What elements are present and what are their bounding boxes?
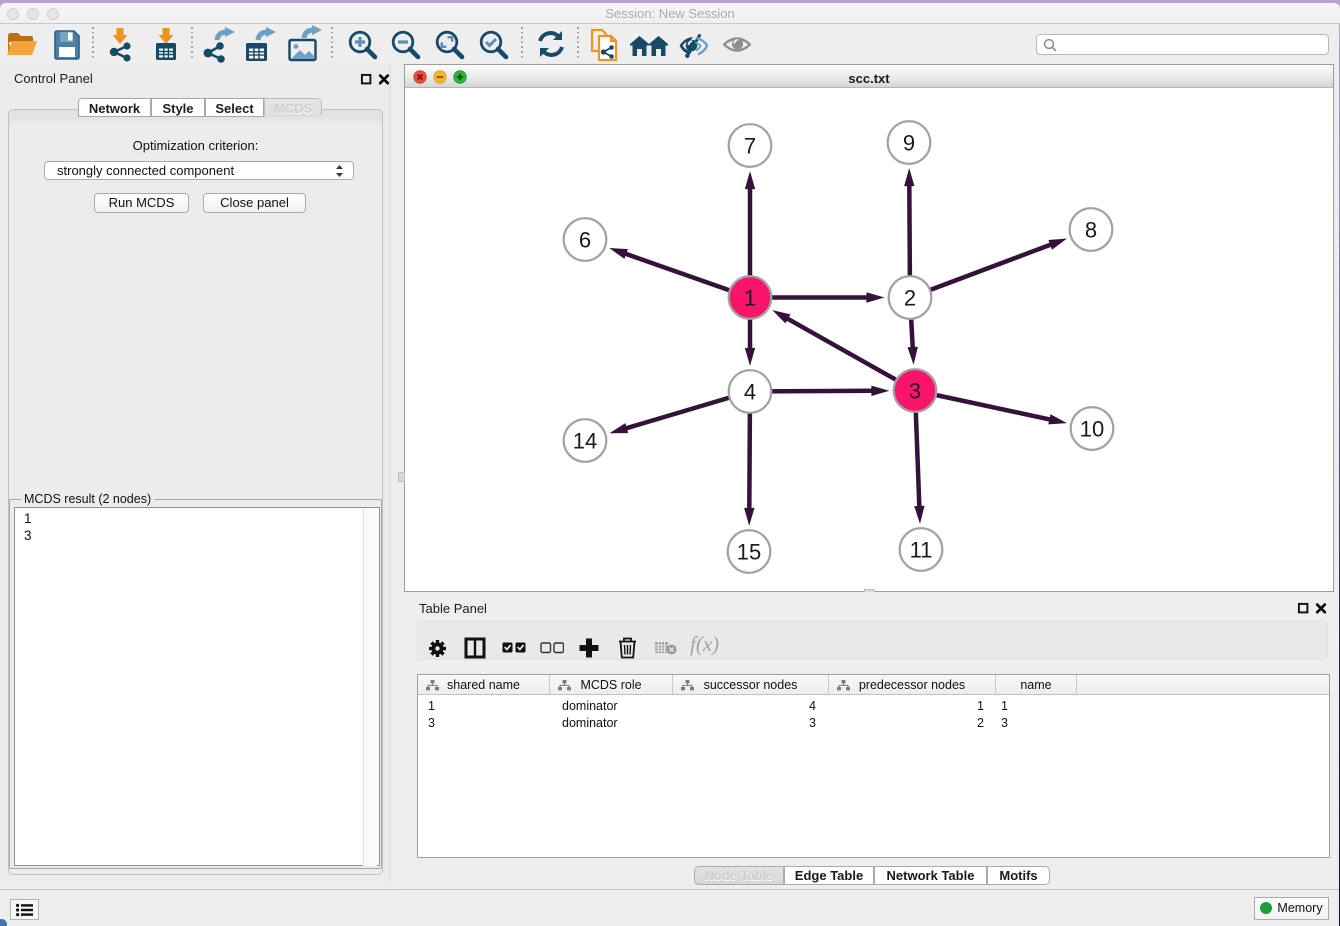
svg-text:2: 2 bbox=[904, 286, 916, 311]
svg-text:9: 9 bbox=[903, 131, 915, 156]
svg-text:8: 8 bbox=[1085, 218, 1097, 243]
svg-text:11: 11 bbox=[910, 538, 933, 563]
svg-text:4: 4 bbox=[744, 380, 756, 405]
svg-text:3: 3 bbox=[909, 379, 921, 404]
svg-text:15: 15 bbox=[737, 540, 761, 565]
svg-text:14: 14 bbox=[573, 429, 597, 454]
svg-text:6: 6 bbox=[579, 228, 591, 253]
svg-text:10: 10 bbox=[1080, 417, 1104, 442]
svg-text:7: 7 bbox=[744, 134, 756, 159]
svg-text:1: 1 bbox=[744, 286, 756, 311]
